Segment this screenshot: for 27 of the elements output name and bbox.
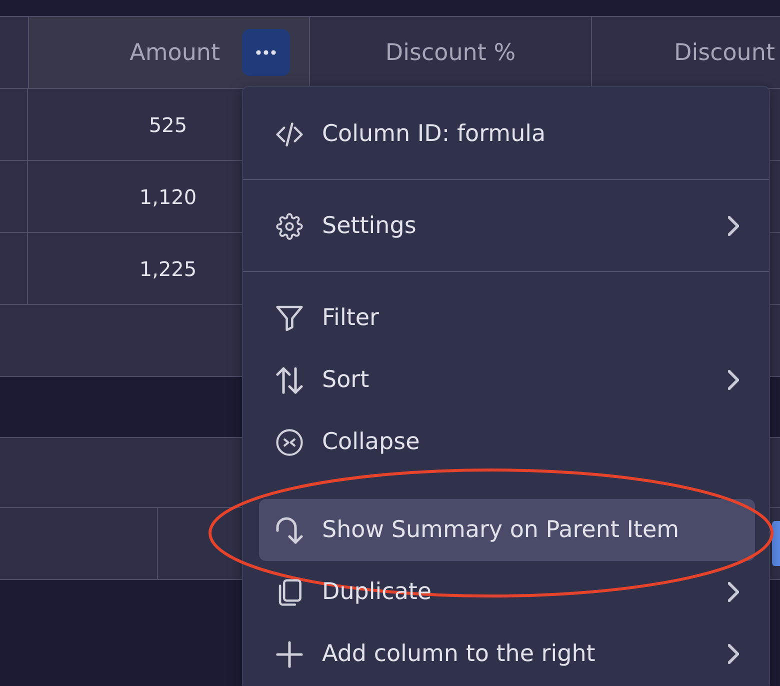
filter-icon xyxy=(276,304,303,332)
table-cell-text: 1,120 xyxy=(138,184,198,210)
column-header[interactable]: Discount xyxy=(592,17,780,88)
partial-chip xyxy=(772,521,780,566)
column-title: Discount xyxy=(674,40,775,66)
column-title: Discount % xyxy=(385,40,516,66)
column-header[interactable]: Discount % xyxy=(310,17,592,88)
column-header[interactable]: Amount xyxy=(29,17,310,88)
table-cell-text: 1,225 xyxy=(138,256,198,282)
up-down-arrows-icon xyxy=(276,366,303,394)
menu-item[interactable]: Show Summary on Parent Item xyxy=(259,499,755,561)
more-button[interactable] xyxy=(242,29,290,76)
menu-item[interactable]: Column ID: formula xyxy=(259,103,755,165)
column-title: Amount xyxy=(130,40,220,66)
menu-item[interactable]: Settings xyxy=(259,195,755,257)
copy-icon xyxy=(276,578,303,606)
menu-item[interactable]: Filter xyxy=(259,287,755,349)
inward-chevrons-circle-icon xyxy=(276,428,303,456)
code-icon xyxy=(276,120,303,148)
ellipsis-icon xyxy=(256,50,276,55)
settings-icon xyxy=(276,212,303,240)
curved-arrow-icon xyxy=(276,516,303,544)
table-cell-text: 525 xyxy=(148,112,188,138)
plus-icon xyxy=(276,640,303,668)
menu-item[interactable]: Collapse xyxy=(259,411,755,473)
menu-item[interactable]: Sort xyxy=(259,349,755,411)
menu-item[interactable]: Add column to the right xyxy=(259,623,755,685)
